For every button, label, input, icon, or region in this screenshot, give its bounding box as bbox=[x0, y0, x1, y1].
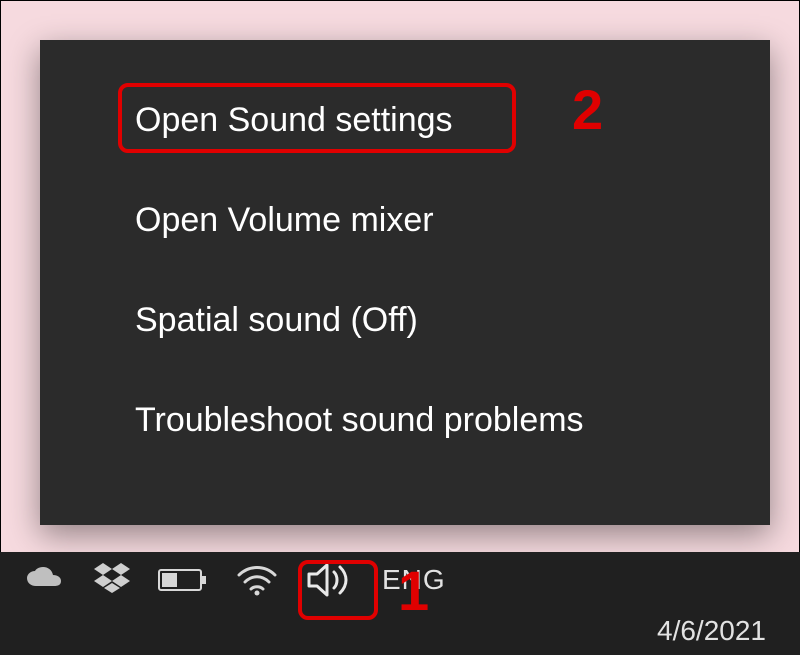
menu-item-label: Open Volume mixer bbox=[135, 201, 434, 240]
speaker-icon[interactable] bbox=[306, 560, 354, 600]
taskbar: ENG 4/6/2021 bbox=[0, 552, 800, 655]
onedrive-icon[interactable] bbox=[24, 560, 66, 600]
system-tray: ENG bbox=[24, 560, 446, 600]
menu-item-label: Troubleshoot sound problems bbox=[135, 401, 584, 440]
language-label: ENG bbox=[382, 564, 446, 596]
taskbar-date[interactable]: 4/6/2021 bbox=[657, 615, 766, 647]
menu-item-label: Spatial sound (Off) bbox=[135, 301, 418, 340]
wifi-icon[interactable] bbox=[236, 560, 278, 600]
battery-icon[interactable] bbox=[158, 560, 208, 600]
menu-item-troubleshoot-sound[interactable]: Troubleshoot sound problems bbox=[40, 370, 770, 470]
sound-context-menu: Open Sound settings Open Volume mixer Sp… bbox=[40, 40, 770, 525]
dropbox-icon[interactable] bbox=[94, 560, 130, 600]
menu-item-open-volume-mixer[interactable]: Open Volume mixer bbox=[40, 170, 770, 270]
menu-item-label: Open Sound settings bbox=[135, 101, 453, 140]
menu-item-open-sound-settings[interactable]: Open Sound settings bbox=[40, 70, 770, 170]
date-text: 4/6/2021 bbox=[657, 615, 766, 646]
menu-item-spatial-sound[interactable]: Spatial sound (Off) bbox=[40, 270, 770, 370]
language-indicator[interactable]: ENG bbox=[382, 560, 446, 600]
